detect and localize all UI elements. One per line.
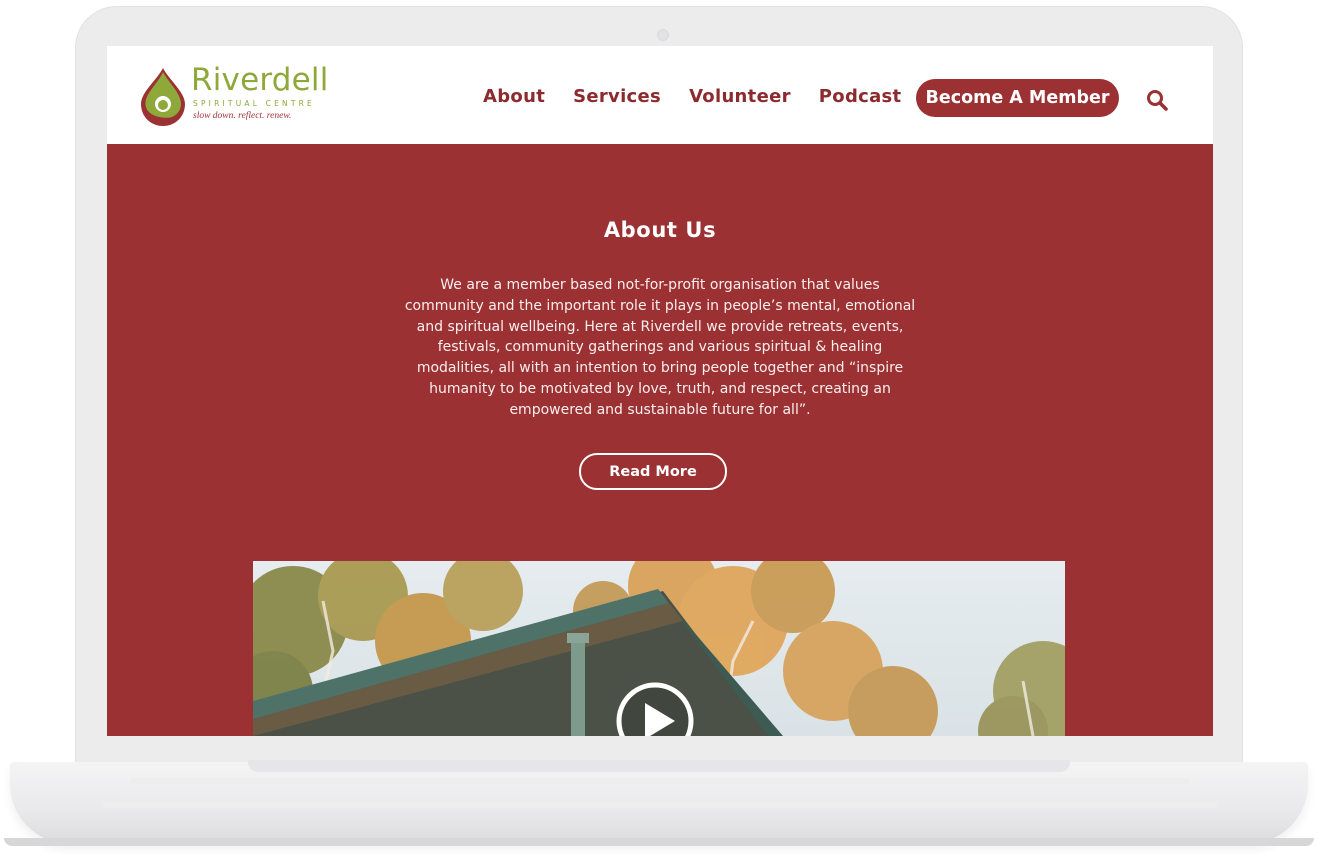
nav-volunteer[interactable]: Volunteer bbox=[689, 86, 791, 107]
riverdell-logo[interactable]: Riverdell SPIRITUAL CENTRE slow down. re… bbox=[139, 62, 339, 128]
play-icon[interactable] bbox=[615, 681, 695, 736]
main-nav: About Services Volunteer Podcast bbox=[483, 86, 929, 107]
logo-subtitle: SPIRITUAL CENTRE bbox=[193, 99, 315, 108]
logo-name: Riverdell bbox=[191, 62, 329, 98]
become-member-button[interactable]: Become A Member bbox=[916, 79, 1119, 117]
laptop-hinge bbox=[248, 760, 1070, 772]
site-header: Riverdell SPIRITUAL CENTRE slow down. re… bbox=[107, 46, 1213, 144]
nav-podcast[interactable]: Podcast bbox=[819, 86, 902, 107]
camera-icon bbox=[657, 29, 669, 41]
logo-tagline: slow down. reflect. renew. bbox=[193, 111, 292, 121]
browser-viewport: Riverdell SPIRITUAL CENTRE slow down. re… bbox=[107, 46, 1213, 736]
nav-about[interactable]: About bbox=[483, 86, 545, 107]
about-heading: About Us bbox=[603, 218, 717, 242]
nav-services[interactable]: Services bbox=[573, 86, 661, 107]
about-paragraph: We are a member based not-for-profit org… bbox=[404, 277, 916, 418]
laptop-base-edge bbox=[4, 838, 1314, 846]
laptop-base bbox=[10, 762, 1308, 844]
read-more-button[interactable]: Read More bbox=[579, 453, 727, 490]
drop-logo-icon bbox=[141, 68, 185, 126]
video-thumbnail[interactable] bbox=[253, 561, 1065, 736]
search-icon[interactable] bbox=[1145, 88, 1169, 112]
